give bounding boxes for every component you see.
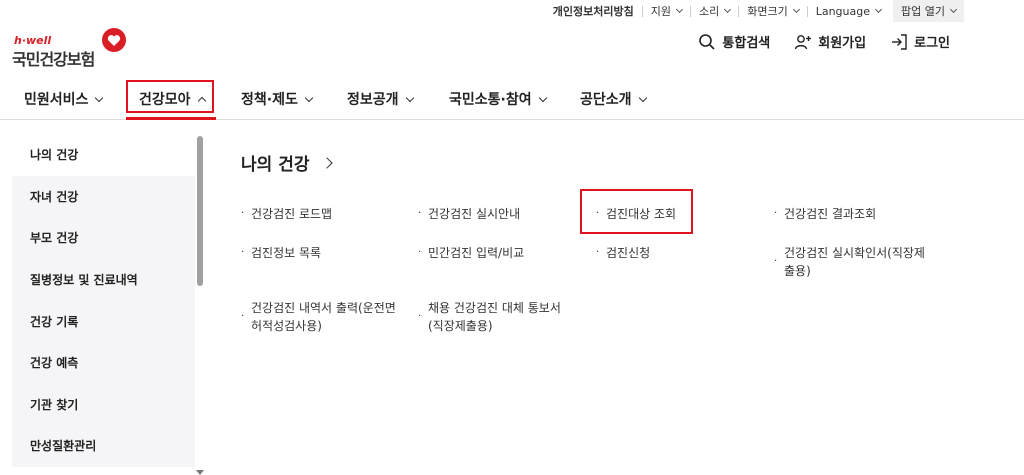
login-label: 로그인 (914, 36, 950, 51)
link-checkup-statement[interactable]: · 건강검진 내역서 출력(운전면 허적성검사용) (241, 299, 411, 335)
join-label: 회원가입 (818, 36, 867, 51)
header-actions: 통합검색 회원가입 로그인 (698, 32, 950, 51)
bullet-icon: · (774, 208, 778, 219)
login-button[interactable]: 로그인 (890, 32, 950, 51)
link-label: 건강검진 실시확인서(직장제 출용) (784, 246, 925, 278)
link-checkup-info-list[interactable]: · 검진정보 목록 (241, 244, 321, 262)
popup-open-button[interactable]: 팝업 열기 (893, 0, 964, 22)
support-menu[interactable]: 지원 (641, 4, 690, 18)
bullet-icon: · (418, 247, 422, 258)
link-label: 건강검진 실시안내 (428, 207, 521, 221)
chevron-down-icon (95, 93, 104, 102)
sidebar-item-health-prediction[interactable]: 건강 예측 (12, 341, 195, 384)
language-menu[interactable]: Language (806, 4, 889, 18)
gnb-item-policy[interactable]: 정책·제도 (241, 78, 314, 120)
chevron-down-icon (724, 5, 732, 14)
gnb-label: 국민소통·참여 (449, 92, 532, 108)
privacy-policy-link[interactable]: 개인정보처리방침 (545, 6, 642, 17)
bullet-icon: · (596, 247, 600, 258)
link-label: 건강검진 로드맵 (251, 207, 333, 221)
link-checkup-guide[interactable]: · 건강검진 실시안내 (418, 205, 520, 223)
utility-bar: 개인정보처리방침 지원 소리 화면크기 Language 팝업 열기 (545, 0, 964, 22)
gnb-item-civil-service[interactable]: 민원서비스 (24, 78, 104, 120)
chevron-down-icon (638, 93, 647, 102)
active-menu-underline (126, 117, 216, 120)
chevron-down-icon (949, 5, 958, 14)
sidebar-item-my-health[interactable]: 나의 건강 (12, 134, 195, 176)
gnb-label: 공단소개 (580, 92, 632, 108)
link-checkup-roadmap[interactable]: · 건강검진 로드맵 (241, 205, 332, 223)
chevron-down-icon (405, 93, 414, 102)
login-icon (892, 33, 907, 50)
link-label: 채용 건강검진 대체 통보서 (직장제출용) (428, 301, 561, 333)
bullet-icon: · (241, 208, 245, 219)
logo-name: 국민건강보험 (12, 50, 95, 69)
search-icon (699, 33, 715, 50)
bullet-icon: · (418, 208, 422, 219)
sound-menu[interactable]: 소리 (689, 4, 738, 18)
bullet-icon: · (418, 311, 422, 322)
link-checkup-apply[interactable]: · 검진신청 (596, 244, 650, 262)
gnb-label: 정보공개 (347, 92, 399, 108)
popup-label: 팝업 열기 (901, 4, 945, 18)
gnb-label: 민원서비스 (24, 92, 89, 108)
sound-label: 소리 (698, 4, 720, 18)
chevron-down-icon (792, 5, 800, 14)
highlight-box (580, 189, 693, 234)
search-label: 통합검색 (722, 36, 771, 51)
sidebar-item-disease-info[interactable]: 질병정보 및 진료내역 (12, 258, 195, 301)
gnb-item-disclosure[interactable]: 정보공개 (347, 78, 414, 120)
language-label: Language (815, 4, 871, 18)
link-label: 민간검진 입력/비교 (428, 246, 525, 260)
chevron-down-icon (675, 5, 684, 14)
link-checkup-confirmation[interactable]: · 건강검진 실시확인서(직장제 출용) (774, 244, 944, 280)
sidebar-scrollbar[interactable] (195, 134, 205, 475)
chevron-down-icon (538, 93, 547, 102)
sidebar-item-find-institution[interactable]: 기관 찾기 (12, 383, 195, 426)
sidebar-item-child-health[interactable]: 자녀 건강 (12, 175, 195, 218)
sidebar-menu: 나의 건강 자녀 건강 부모 건강 질병정보 및 진료내역 건강 기록 건강 예… (12, 134, 195, 467)
scroll-down-arrow-icon[interactable] (196, 470, 204, 475)
bullet-icon: · (241, 311, 245, 322)
active-menu-highlight (126, 80, 214, 113)
bullet-icon: · (241, 247, 245, 258)
link-label: 검진정보 목록 (251, 246, 322, 260)
heart-logo-icon (102, 28, 126, 52)
screen-size-menu[interactable]: 화면크기 (738, 4, 806, 18)
gnb-item-about[interactable]: 공단소개 (580, 78, 647, 120)
chevron-down-icon (874, 5, 883, 14)
chevron-right-icon (321, 156, 334, 169)
scrollbar-thumb[interactable] (197, 136, 203, 286)
link-label: 검진신청 (606, 246, 651, 260)
chevron-down-icon (304, 93, 314, 102)
join-button[interactable]: 회원가입 (794, 32, 866, 51)
sidebar-item-parent-health[interactable]: 부모 건강 (12, 217, 195, 259)
support-label: 지원 (650, 4, 671, 18)
add-user-icon (795, 34, 812, 49)
link-employment-checkup[interactable]: · 채용 건강검진 대체 통보서 (직장제출용) (418, 299, 588, 335)
screen-size-label: 화면크기 (747, 4, 788, 18)
gnb-item-communication[interactable]: 국민소통·참여 (449, 78, 547, 120)
content-title[interactable]: 나의 건강 (241, 150, 334, 175)
link-label: 건강검진 결과조회 (784, 207, 877, 221)
global-nav: 민원서비스 건강모아 정책·제도 정보공개 국민소통·참여 공단소개 (0, 78, 1024, 120)
link-checkup-result[interactable]: · 건강검진 결과조회 (774, 205, 876, 223)
site-logo[interactable]: h·well 국민건강보험 (12, 26, 126, 69)
content-title-label: 나의 건강 (241, 155, 310, 175)
sidebar-item-chronic-disease[interactable]: 만성질환관리 (12, 425, 195, 467)
bullet-icon: · (774, 256, 778, 267)
sidebar-item-health-record[interactable]: 건강 기록 (12, 300, 195, 342)
link-private-checkup[interactable]: · 민간검진 입력/비교 (418, 244, 524, 262)
search-button[interactable]: 통합검색 (698, 32, 770, 51)
link-label: 건강검진 내역서 출력(운전면 허적성검사용) (251, 301, 396, 333)
gnb-label: 정책·제도 (241, 92, 298, 108)
